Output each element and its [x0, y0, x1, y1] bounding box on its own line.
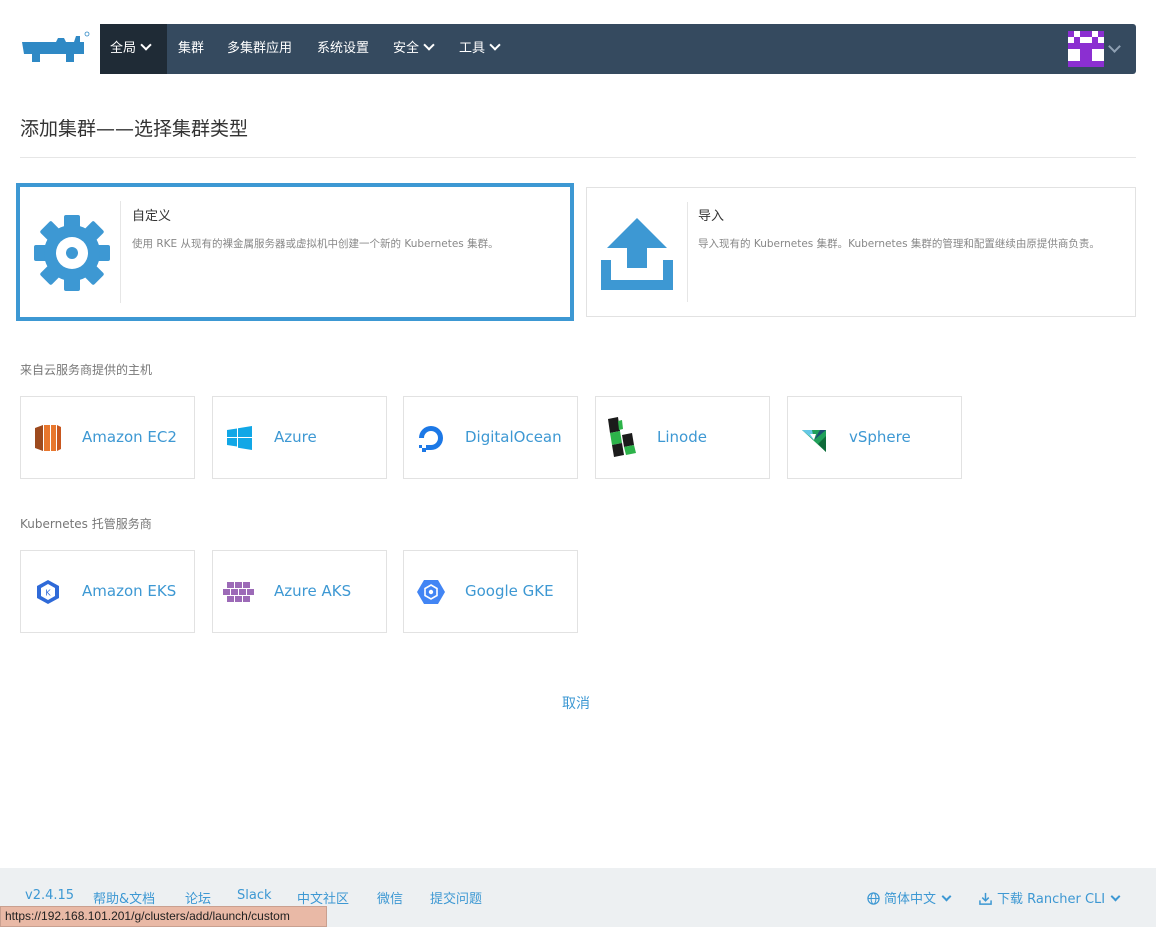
provider-azure[interactable]: Azure [212, 396, 387, 479]
cloud-providers-label: 来自云服务商提供的主机 [20, 363, 153, 377]
provider-linode[interactable]: Linode [595, 396, 770, 479]
chevron-down-icon[interactable] [1108, 40, 1121, 53]
user-avatar[interactable] [1068, 31, 1104, 67]
download-cli-button[interactable]: 下载 Rancher CLI [979, 888, 1121, 907]
provider-vsphere[interactable]: vSphere [787, 396, 962, 479]
provider-amazon-ec2[interactable]: Amazon EC2 [20, 396, 195, 479]
footer-slack-link[interactable]: Slack [237, 888, 272, 903]
digitalocean-icon [419, 426, 443, 452]
nav-global[interactable]: 全局 [100, 24, 167, 74]
footer-help-link[interactable]: 帮助&文档 [93, 888, 155, 907]
provider-google-gke[interactable]: Google GKE [403, 550, 578, 633]
nav-settings[interactable]: 系统设置 [317, 24, 369, 74]
azure-aks-icon [223, 582, 254, 602]
chevron-down-icon [489, 39, 501, 51]
divider [20, 157, 1136, 158]
footer-community-link[interactable]: 中文社区 [297, 888, 349, 907]
nav-tools[interactable]: 工具 [459, 24, 501, 74]
vsphere-icon [802, 430, 826, 452]
download-icon [979, 892, 992, 905]
amazon-eks-icon: K [37, 580, 59, 604]
provider-azure-aks[interactable]: Azure AKS [212, 550, 387, 633]
linode-icon [608, 417, 636, 457]
nav-multi-cluster-apps[interactable]: 多集群应用 [227, 24, 292, 74]
provider-amazon-eks[interactable]: K Amazon EKS [20, 550, 195, 633]
nav-clusters[interactable]: 集群 [178, 24, 204, 74]
globe-icon [867, 892, 880, 905]
nav-security[interactable]: 安全 [393, 24, 435, 74]
chevron-down-icon [1110, 891, 1121, 902]
rancher-logo-icon[interactable] [18, 30, 90, 68]
footer-forum-link[interactable]: 论坛 [185, 888, 211, 907]
page-title: 添加集群——选择集群类型 [20, 118, 249, 140]
footer-version-link[interactable]: v2.4.15 [25, 888, 74, 903]
import-cluster-card[interactable]: 导入 导入现有的 Kubernetes 集群。Kubernetes 集群的管理和… [586, 187, 1136, 317]
custom-cluster-card[interactable]: 自定义 使用 RKE 从现有的裸金属服务器或虚拟机中创建一个新的 Kuberne… [16, 183, 574, 321]
gear-icon [34, 215, 110, 291]
card-description: 导入现有的 Kubernetes 集群。Kubernetes 集群的管理和配置继… [698, 238, 1100, 250]
top-navbar: 全局 集群 多集群应用 系统设置 安全 工具 [100, 24, 1136, 74]
svg-text:K: K [45, 589, 51, 598]
header: 全局 集群 多集群应用 系统设置 安全 工具 [0, 0, 1156, 100]
footer-wechat-link[interactable]: 微信 [377, 888, 403, 907]
card-title: 自定义 [132, 209, 172, 224]
chevron-down-icon [423, 39, 435, 51]
chevron-down-icon [941, 891, 952, 902]
upload-icon [601, 218, 673, 290]
windows-icon [227, 426, 252, 450]
cancel-button[interactable]: 取消 [562, 693, 590, 713]
status-bar-url: https://192.168.101.201/g/clusters/add/l… [0, 906, 327, 927]
footer-issue-link[interactable]: 提交问题 [430, 888, 482, 907]
provider-digitalocean[interactable]: DigitalOcean [403, 396, 578, 479]
amazon-ec2-icon [35, 425, 61, 451]
card-separator [687, 202, 688, 302]
google-gke-icon [417, 580, 445, 604]
hosted-providers-label: Kubernetes 托管服务商 [20, 517, 152, 531]
card-title: 导入 [698, 209, 725, 224]
card-description: 使用 RKE 从现有的裸金属服务器或虚拟机中创建一个新的 Kubernetes … [132, 238, 499, 250]
chevron-down-icon [140, 39, 152, 51]
language-selector[interactable]: 简体中文 [867, 888, 952, 907]
card-separator [120, 201, 121, 303]
